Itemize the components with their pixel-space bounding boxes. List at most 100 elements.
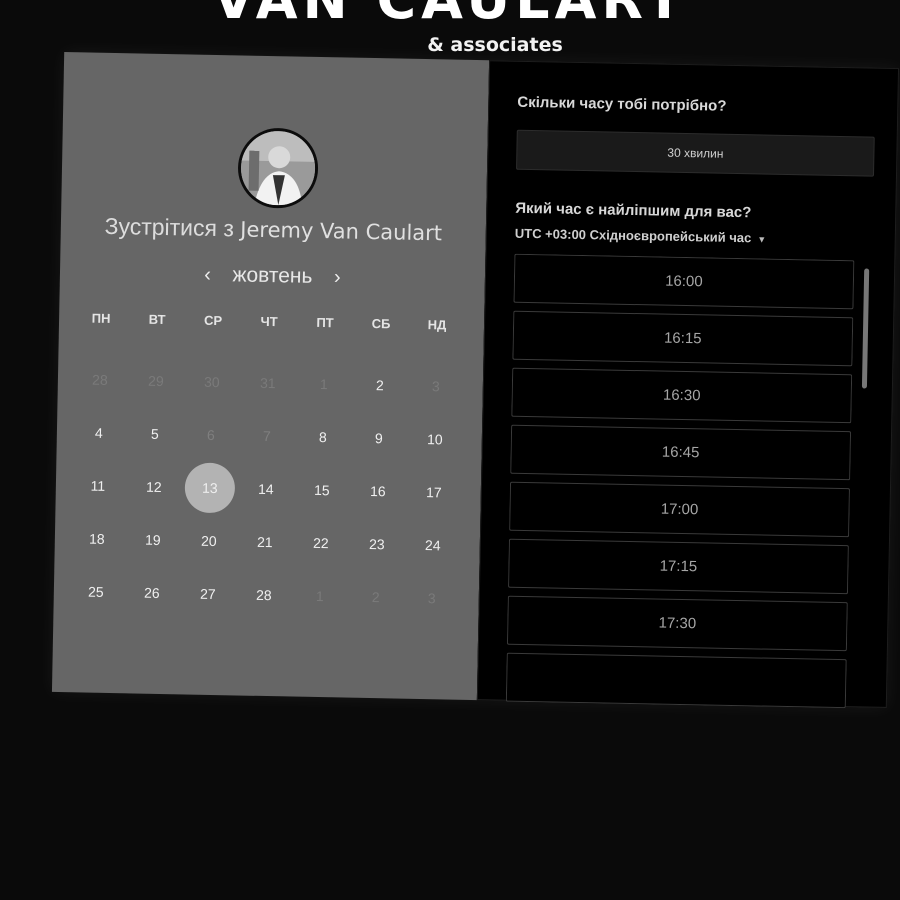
weekday-label: СР [203,312,223,329]
time-slot-button[interactable] [505,652,847,709]
calendar-day[interactable]: 20 [180,515,237,566]
calendar-day-number: 24 [424,536,441,553]
calendar-day[interactable]: 17 [405,466,462,517]
time-question: Який час є найліпшим для вас? [515,199,752,222]
calendar-day[interactable]: 9 [350,412,407,463]
time-slot-button[interactable]: 16:15 [512,310,854,367]
next-month-icon[interactable]: › [324,266,350,289]
calendar-day: 1 [291,570,348,621]
calendar-day-number: 17 [425,483,442,500]
calendar-day-number: 28 [255,586,272,603]
calendar-day[interactable]: 11 [69,460,126,511]
host-name: Jeremy Van Caulart [240,217,443,246]
calendar-day[interactable]: 26 [123,567,180,618]
calendar-day: 2 [347,571,404,622]
calendar-day-number: 10 [426,430,443,447]
calendar-day[interactable]: 27 [179,568,236,619]
brand-title: VAN CAULART [0,0,900,30]
calendar-day-number: 11 [90,477,106,494]
weekday-label: СБ [371,315,391,332]
time-slot-button[interactable]: 17:00 [509,481,850,538]
calendar-day-number: 29 [147,372,164,389]
calendar-day-number: 2 [371,588,380,605]
calendar-day[interactable]: 8 [294,411,351,462]
calendar-day[interactable]: 5 [126,408,183,459]
calendar-day: 1 [295,358,352,409]
time-slot-button[interactable]: 17:30 [506,595,848,652]
calendar-day[interactable]: 24 [404,519,461,570]
calendar-day-number: 31 [259,374,276,391]
calendar-week-row: 4 5 6 7 8 9 10 [70,405,463,466]
calendar-day[interactable]: 22 [292,517,349,568]
timezone-selector[interactable]: UTC +03:00 Східноєвропейський час ▼ [515,226,767,246]
calendar-day-selected[interactable]: 13 [181,462,238,513]
month-label: жовтень [232,263,313,288]
time-slot-button[interactable]: 16:00 [513,253,855,310]
calendar-day-number: 19 [144,531,161,548]
calendar-day-number: 23 [368,535,385,552]
calendar-day[interactable]: 28 [235,569,292,620]
calendar-day: 31 [239,357,296,408]
booking-card: Зустрітися з Jeremy Van Caulart ‹ жовтен… [51,52,900,709]
calendar-day[interactable]: 23 [348,518,405,569]
calendar-day-number: 4 [94,424,103,441]
calendar-day-number: 20 [200,532,217,549]
calendar-week-row: 28 29 30 31 1 2 3 [71,352,464,413]
calendar-day[interactable]: 14 [237,463,294,514]
calendar-day[interactable]: 10 [406,413,463,464]
time-slot-button[interactable]: 16:30 [511,367,853,424]
calendar-day[interactable]: 16 [349,465,406,516]
calendar-day-number: 30 [203,373,220,390]
calendar-day: 3 [403,572,460,623]
month-navigation: ‹ жовтень › [60,260,485,292]
calendar-day: 7 [238,410,295,461]
weekday-label: ПТ [316,314,334,331]
caret-down-icon: ▼ [757,234,767,245]
avatar-photo [240,130,316,206]
calendar-day[interactable]: 4 [70,407,127,458]
weekday-label: НД [427,317,447,333]
calendar-day-number: 22 [312,534,329,551]
calendar-day[interactable]: 12 [125,461,182,512]
slot-scrollbar[interactable] [861,268,870,389]
calendar-day[interactable]: 25 [67,566,124,617]
prev-month-icon[interactable]: ‹ [194,264,220,287]
meeting-title: Зустрітися з Jeremy Van Caulart [61,212,486,247]
calendar-day-number: 18 [88,530,105,547]
calendar-day: 29 [127,355,184,406]
calendar-day-number: 12 [145,478,162,495]
time-slot-button[interactable]: 17:15 [508,538,849,595]
calendar-day: 3 [407,360,464,411]
calendar-day[interactable]: 21 [236,516,293,567]
calendar-day-number: 5 [150,425,159,442]
weekday-label: ВТ [148,311,166,328]
calendar-day: 28 [71,354,128,405]
time-slot-list: 16:00 16:15 16:30 16:45 17:00 17:15 17:30 [505,253,855,709]
calendar-day-number: 15 [313,481,330,498]
host-avatar [237,127,319,209]
calendar-day-number: 8 [318,428,327,445]
duration-select[interactable]: 30 хвилин [516,129,875,177]
time-panel: Скільки часу тобі потрібно? 30 хвилин Як… [476,60,900,709]
calendar-day[interactable]: 2 [351,359,408,410]
calendar-day-number: 27 [199,585,216,602]
calendar-panel: Зустрітися з Jeremy Van Caulart ‹ жовтен… [51,52,490,701]
calendar-day[interactable]: 18 [68,513,125,564]
calendar-day-number: 1 [319,375,328,392]
calendar-grid: 28 29 30 31 1 2 3 4 5 6 7 8 9 10 11 12 13 14 15 16 17 18 19 20 2… [67,352,464,624]
calendar-day[interactable]: 15 [293,464,350,515]
calendar-day-number: 28 [91,371,108,388]
calendar-day-number: 2 [375,376,384,393]
calendar-day-number: 1 [315,587,324,604]
calendar-week-row: 25 26 27 28 1 2 3 [67,564,460,625]
calendar-day-number: 16 [369,482,386,499]
calendar-day-number: 7 [262,427,271,444]
calendar-day-number: 26 [143,584,160,601]
calendar-day-number: 6 [206,426,215,443]
calendar-day-number: 9 [374,429,383,446]
time-slot-button[interactable]: 16:45 [510,424,852,481]
calendar-day: 6 [182,409,239,460]
calendar-day[interactable]: 19 [124,514,181,565]
calendar-day-number: 25 [87,583,104,600]
meeting-title-prefix: Зустрітися з [104,212,235,242]
